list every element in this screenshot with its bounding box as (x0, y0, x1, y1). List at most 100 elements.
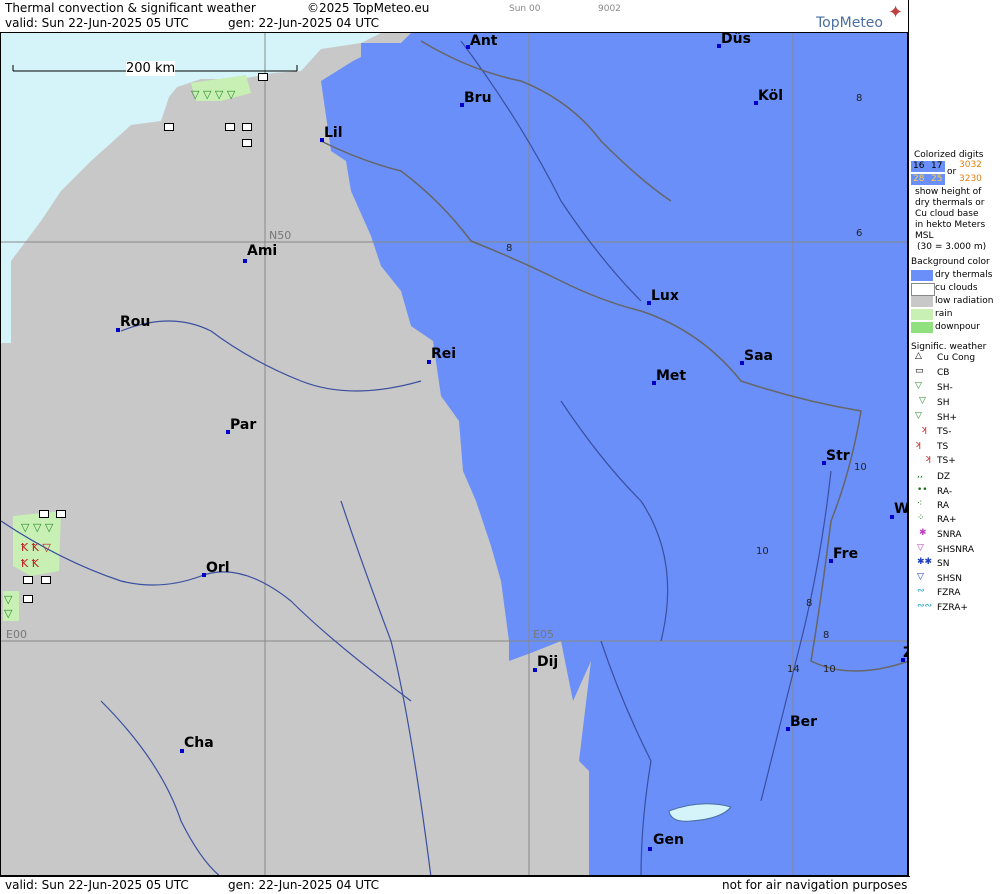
legend-or: or (947, 167, 957, 177)
map-svg (1, 33, 907, 875)
ra-minus-icon: •• (917, 485, 928, 495)
city-rei[interactable]: Rei (431, 346, 456, 362)
city-bru[interactable]: Bru (464, 90, 492, 106)
legend-desc-5: MSL (915, 231, 934, 241)
legend-wx-1: CB (937, 368, 950, 378)
ts-minus-icon: ʞ (921, 425, 928, 435)
sh-plus-icon: ▽ (915, 411, 922, 421)
cb-icon (242, 139, 252, 147)
dz-icon: ,, (917, 470, 923, 480)
cb-icon (23, 595, 33, 603)
city-w[interactable]: W (894, 501, 907, 517)
map-title: Thermal convection & significant weather (5, 1, 256, 15)
city-dij[interactable]: Dij (537, 654, 558, 670)
brand-logo: TopMeteo (816, 15, 883, 31)
city-saa[interactable]: Saa (744, 348, 773, 364)
cb-icon (23, 576, 33, 584)
city-cha[interactable]: Cha (184, 735, 214, 751)
city-rou[interactable]: Rou (120, 314, 150, 330)
thermal-value: 8 (856, 93, 863, 104)
thermal-value: 6 (856, 228, 863, 239)
legend-wx-15: SHSN (937, 574, 962, 584)
thermal-value: 14 (787, 664, 800, 675)
legend-desc-2: dry thermals or (915, 198, 985, 208)
city-lux[interactable]: Lux (651, 288, 679, 304)
city-ami[interactable]: Ami (247, 243, 277, 259)
shower-icon: ▽ ▽ ▽ ▽ (191, 88, 236, 101)
compass-icon: ✦ (888, 2, 904, 23)
legend-digits-d: 3230 (959, 174, 982, 184)
thermal-value: 10 (823, 664, 836, 675)
fzra-plus-icon: ∾∾ (917, 601, 933, 611)
legend-wx-16: FZRA (937, 588, 961, 598)
ts-icon: ʞ (915, 440, 922, 450)
city-met[interactable]: Met (656, 368, 686, 384)
copyright: ©2025 TopMeteo.eu (307, 1, 430, 15)
cb-icon (39, 510, 49, 518)
sh-minus-icon: ▽ (915, 381, 922, 391)
swatch-dry (911, 270, 933, 281)
city-orl[interactable]: Orl (206, 560, 230, 576)
legend-digits-c: 3032 (959, 160, 982, 170)
map-area[interactable]: 200 km N50 E00 E05 Ant Düs Bru Köl Lil A… (0, 32, 908, 876)
grid-label-e00: E00 (6, 628, 27, 641)
legend-desc-3: Cu cloud base (915, 209, 979, 219)
thunderstorm-icon: Ꝁ Ꝁ ▽ (21, 541, 51, 554)
legend-wx-3: SH (937, 398, 950, 408)
legend-wx-10: RA (937, 501, 950, 511)
footer-disclaimer: not for air navigation purposes (722, 878, 908, 892)
valid-time: valid: Sun 22-Jun-2025 05 UTC (5, 16, 189, 30)
header-small-1: Sun 00 (509, 4, 541, 14)
gen-time: gen: 22-Jun-2025 04 UTC (228, 16, 380, 30)
legend-wx-5: TS- (937, 427, 952, 437)
shsnra-icon: ▽ (917, 543, 924, 553)
cb-icon (225, 123, 235, 131)
city-str[interactable]: Str (826, 448, 850, 464)
city-par[interactable]: Par (230, 417, 256, 433)
legend-panel: Colorized digits 16 17 28 25 or 3032 323… (908, 0, 1000, 893)
shower-icon: ▽ ▽ ▽ (21, 521, 54, 534)
legend-bg-title: Background color (911, 257, 990, 267)
city-dot (648, 847, 652, 851)
legend-wx-7: TS+ (937, 456, 956, 466)
city-dot (243, 259, 247, 263)
legend-wx-title: Signific. weather (911, 342, 987, 352)
header-small-2: 9002 (598, 4, 621, 14)
grid-label-n50: N50 (269, 229, 292, 242)
sn-icon: ✱✱ (917, 557, 933, 567)
city-lil[interactable]: Lil (324, 125, 343, 141)
cb-icon: ▭ (915, 366, 924, 376)
footer: valid: Sun 22-Jun-2025 05 UTC gen: 22-Ju… (0, 876, 910, 894)
legend-bg-downpour: downpour (935, 322, 980, 332)
legend-wx-4: SH+ (937, 413, 958, 423)
legend-bg-low: low radiation (935, 296, 994, 306)
legend-wx-2: SH- (937, 383, 953, 393)
thermal-value: 8 (806, 598, 813, 609)
footer-valid: valid: Sun 22-Jun-2025 05 UTC (5, 878, 189, 892)
cb-icon (56, 510, 66, 518)
city-gen[interactable]: Gen (653, 832, 684, 848)
snra-icon: ✱ (919, 528, 927, 538)
shower-icon: ▽ (4, 593, 13, 606)
legend-wx-14: SN (937, 559, 950, 569)
grid-label-e05: E05 (533, 628, 554, 641)
sh-icon: ▽ (919, 396, 926, 406)
footer-gen: gen: 22-Jun-2025 04 UTC (228, 878, 380, 892)
legend-desc-1: show height of (915, 187, 982, 197)
city-ber[interactable]: Ber (790, 714, 817, 730)
cb-icon (164, 123, 174, 131)
legend-wx-12: SNRA (937, 530, 962, 540)
legend-wx-9: RA- (937, 487, 953, 497)
legend-colorized-title: Colorized digits (914, 150, 984, 160)
city-kol[interactable]: Köl (758, 88, 783, 104)
legend-bg-cu: cu clouds (935, 283, 978, 293)
city-dus[interactable]: Düs (721, 33, 751, 47)
legend-digits-a1: 16 (913, 161, 925, 171)
legend-desc-6: (30 = 3.000 m) (917, 242, 987, 252)
thermal-value: 10 (756, 546, 769, 557)
swatch-low (911, 296, 933, 307)
city-fre[interactable]: Fre (833, 546, 858, 562)
ts-plus-icon: ʞ (925, 454, 932, 464)
city-ant[interactable]: Ant (470, 33, 498, 49)
scale-label: 200 km (126, 61, 176, 76)
